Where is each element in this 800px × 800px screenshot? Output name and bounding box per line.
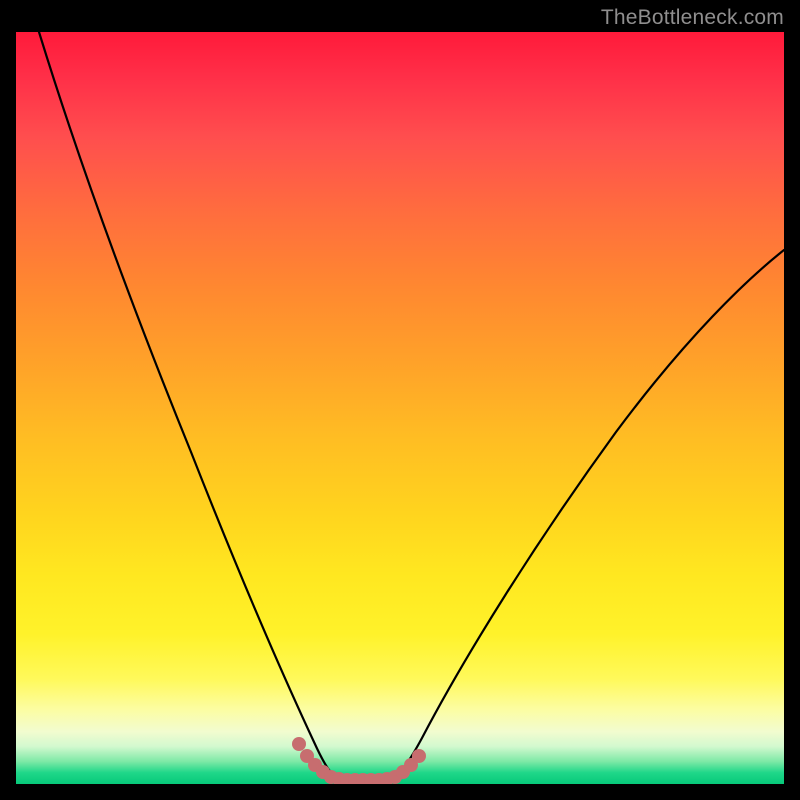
watermark-text: TheBottleneck.com xyxy=(601,6,784,30)
chart-frame: TheBottleneck.com xyxy=(0,0,800,800)
bottleneck-curve xyxy=(39,32,784,780)
plot-area xyxy=(16,32,784,784)
bottom-markers xyxy=(292,737,426,784)
curve-layer xyxy=(16,32,784,784)
